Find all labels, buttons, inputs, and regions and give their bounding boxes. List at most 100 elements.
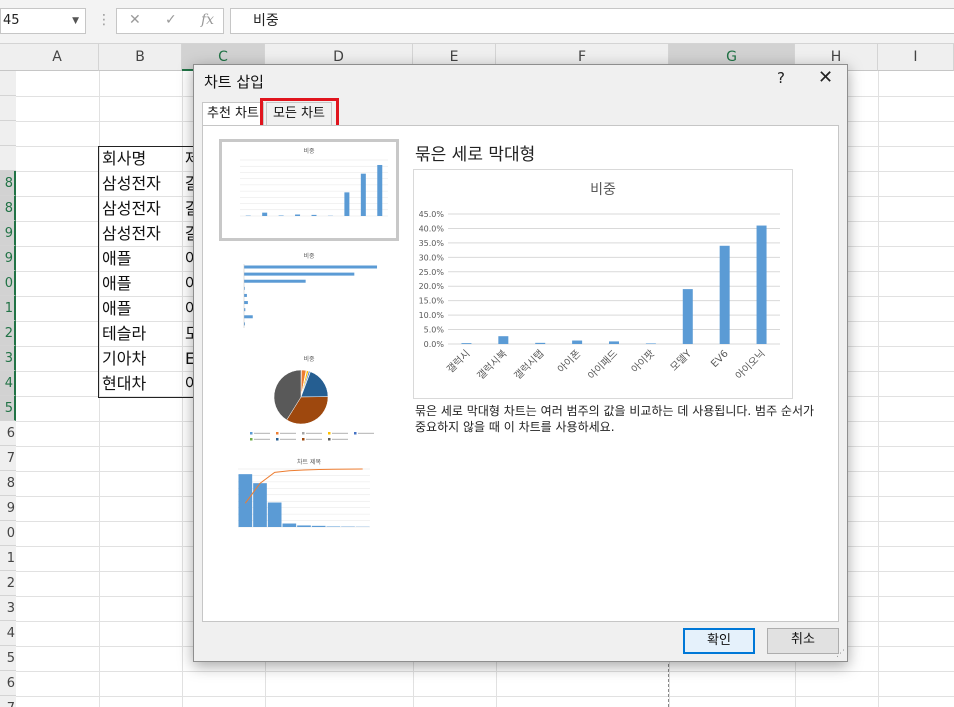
y-tick-label: 0.0% [424, 340, 445, 349]
chart-preview: 비중 0.0% 5.0% 10.0% 15.0% 20.0% 25.0% 30.0% 35.0%… [413, 169, 793, 399]
chart-bar [682, 289, 693, 344]
insert-chart-dialog: 차트 삽입 ? ✕ 추천 차트 모든 차트 비중 비중 비중 차트 제목 묶은 … [193, 64, 848, 662]
y-tick-label: 25.0% [419, 268, 445, 277]
y-tick-label: 5.0% [424, 326, 445, 335]
recommended-panel: 비중 비중 비중 차트 제목 묶은 세로 막대형 비중 0.0% 5.0% 10… [202, 125, 839, 622]
thumbnail-clustered-column[interactable]: 비중 [219, 139, 399, 241]
chart-bar [360, 173, 366, 216]
chevron-down-icon[interactable]: ▼ [72, 9, 79, 33]
x-tick-label: 모델Y [668, 347, 694, 373]
row-header[interactable]: 9 [0, 246, 16, 271]
row-header[interactable]: 4 [0, 371, 16, 396]
thumbnail-clustered-bar[interactable]: 비중 [219, 247, 399, 349]
thumbnail-pareto[interactable]: 차트 제목 [219, 452, 399, 554]
chart-bar [756, 225, 767, 344]
chart-bar [244, 279, 306, 283]
row-header[interactable]: 8 [0, 471, 16, 496]
y-tick-label: 30.0% [419, 253, 445, 262]
row-header[interactable]: 2 [0, 321, 16, 346]
row-header[interactable]: 6 [0, 421, 16, 446]
chart-bar [282, 523, 297, 527]
chart-bar [238, 474, 253, 527]
row-header[interactable]: 6 [0, 671, 16, 696]
row-header[interactable] [0, 121, 16, 146]
chart-bar [311, 525, 326, 527]
row-header[interactable]: 0 [0, 521, 16, 546]
row-header[interactable]: 5 [0, 396, 16, 421]
chart-bar [344, 192, 350, 216]
resize-grip-icon[interactable]: ⋰ [836, 649, 845, 659]
x-tick-label: 아이팟 [629, 348, 657, 376]
x-tick-label: 갤럭시 [445, 348, 473, 376]
chart-bar [572, 340, 583, 344]
column-header-i[interactable]: I [878, 44, 954, 71]
thumb-pie-title: 비중 [303, 355, 315, 363]
legend-swatch [250, 438, 253, 441]
row-header[interactable] [0, 96, 16, 121]
chart-bar [295, 214, 301, 216]
chart-bar [311, 214, 317, 216]
y-tick-label: 35.0% [419, 239, 445, 248]
thumbnail-pie[interactable]: 비중 [219, 349, 399, 451]
chart-bar [719, 245, 730, 344]
legend-swatch [354, 432, 357, 435]
chart-bar [498, 336, 509, 344]
y-tick-label: 40.0% [419, 224, 445, 233]
help-icon[interactable]: ? [777, 69, 785, 87]
row-header[interactable]: 7 [0, 696, 16, 707]
x-tick-label: EV6 [709, 348, 731, 370]
cancel-button[interactable]: 취소 [767, 628, 839, 654]
chart-bar [326, 526, 341, 527]
chart-bar [297, 525, 311, 527]
thumb-bar-title: 비중 [303, 147, 315, 155]
gridline [16, 671, 954, 672]
function-icon[interactable]: fx [201, 12, 214, 28]
formula-bar: 45 ▼ ⋮ ✕ ✓ fx 비중 [0, 0, 954, 44]
x-tick-label: 아이패드 [586, 348, 621, 383]
row-header[interactable]: 4 [0, 621, 16, 646]
legend-swatch [302, 432, 305, 435]
row-header[interactable]: 1 [0, 546, 16, 571]
dialog-title: 차트 삽입 [204, 73, 264, 91]
chart-bar [244, 315, 253, 319]
cancel-icon[interactable]: ✕ [129, 12, 141, 28]
legend-swatch [250, 432, 253, 435]
row-header[interactable]: 2 [0, 571, 16, 596]
select-all-corner[interactable] [0, 44, 16, 71]
row-header[interactable]: 9 [0, 496, 16, 521]
column-header-a[interactable]: A [16, 44, 99, 71]
row-header[interactable]: 7 [0, 446, 16, 471]
close-icon[interactable]: ✕ [818, 67, 833, 88]
row-header[interactable] [0, 146, 16, 171]
x-tick-label: 갤럭시북 [475, 348, 510, 383]
thumb-pareto-title: 차트 제목 [297, 458, 321, 466]
y-tick-label: 45.0% [419, 210, 445, 219]
column-header-b[interactable]: B [99, 44, 182, 71]
row-header[interactable]: 3 [0, 596, 16, 621]
formula-input[interactable]: 비중 [230, 8, 954, 34]
chart-bar [262, 212, 268, 216]
check-icon[interactable]: ✓ [165, 12, 177, 28]
chart-bar [535, 342, 546, 344]
ok-button[interactable]: 확인 [683, 628, 755, 654]
legend-swatch [302, 438, 305, 441]
legend-swatch [276, 432, 279, 435]
row-header[interactable]: 0 [0, 271, 16, 296]
row-header[interactable]: 8 [0, 196, 16, 221]
formula-buttons: ✕ ✓ fx [116, 8, 224, 34]
tab-recommended-charts[interactable]: 추천 차트 [202, 102, 264, 126]
chart-bar [244, 272, 355, 276]
formula-bar-separator: ⋮ [97, 12, 111, 28]
chart-bar [244, 265, 378, 269]
row-header[interactable]: 8 [0, 171, 16, 196]
legend-swatch [276, 438, 279, 441]
row-header[interactable]: 3 [0, 346, 16, 371]
name-box-value: 45 [3, 13, 20, 28]
name-box[interactable]: 45 ▼ [0, 8, 86, 34]
x-tick-label: 갤럭시탭 [512, 348, 547, 383]
row-header[interactable]: 9 [0, 221, 16, 246]
row-header[interactable]: 1 [0, 296, 16, 321]
row-header[interactable]: 5 [0, 646, 16, 671]
row-header[interactable] [0, 71, 16, 96]
gridline [16, 696, 954, 697]
